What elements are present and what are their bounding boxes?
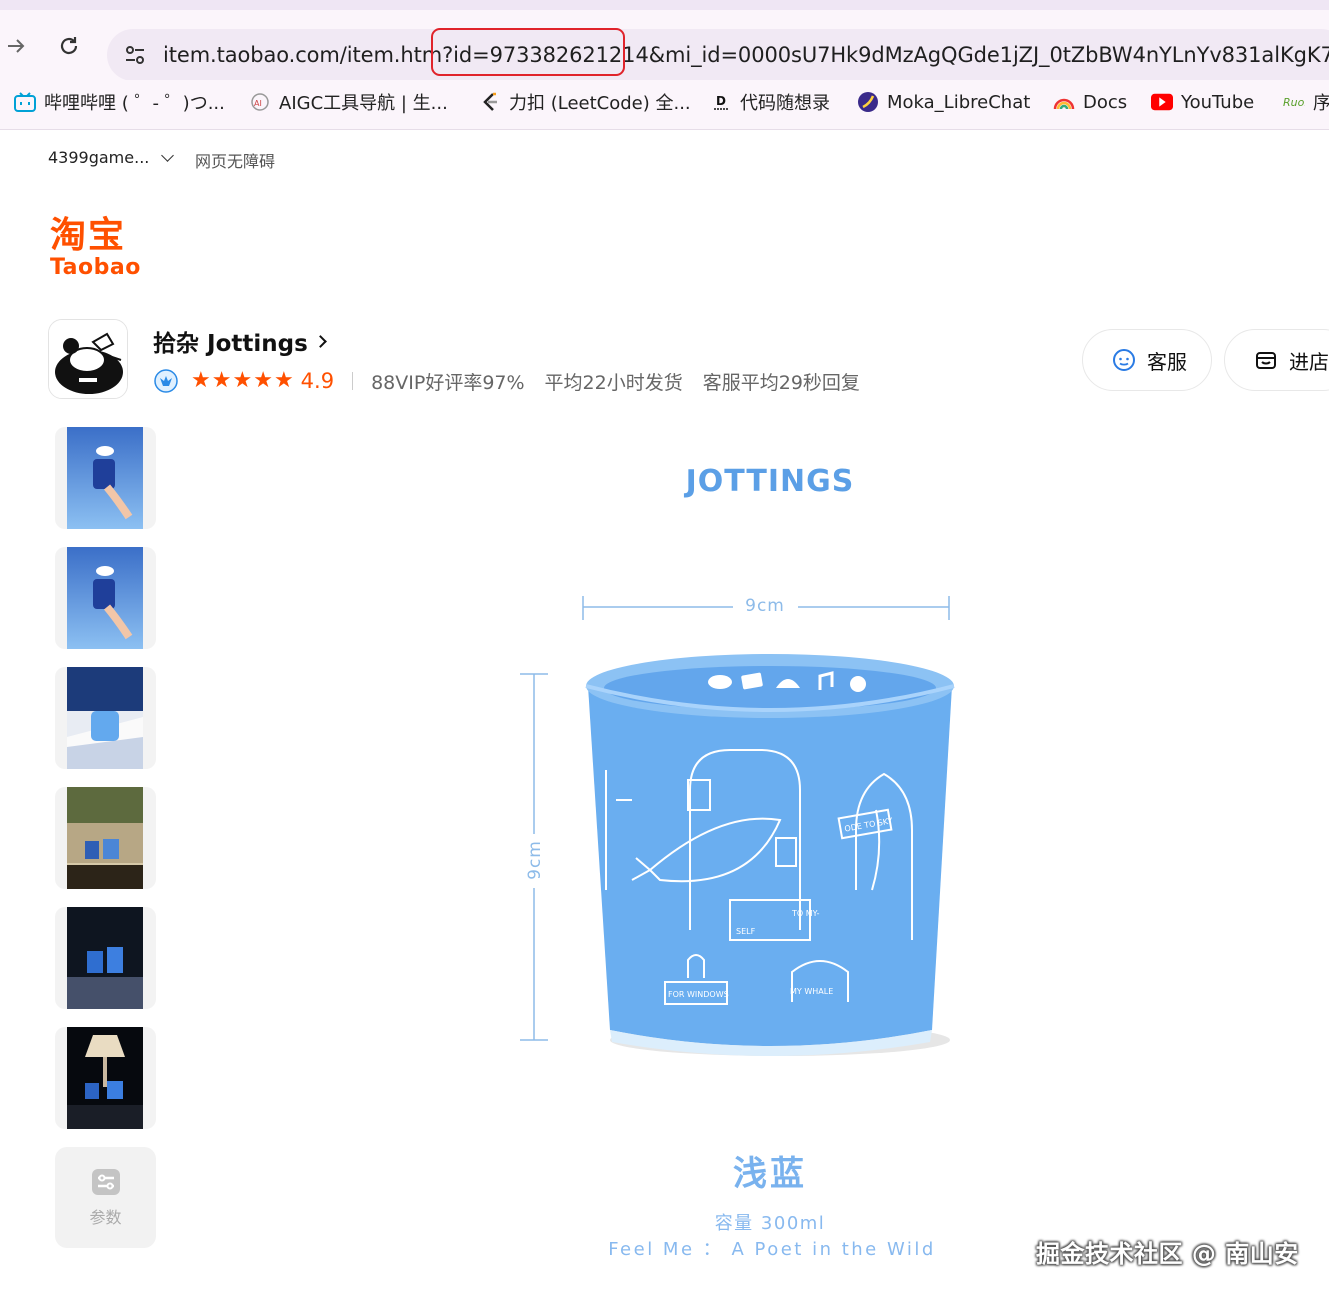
avg-ship-time: 平均22小时发货 [544,371,683,394]
bookmark-moka[interactable]: Moka_LibreChat [857,90,1030,114]
url-id-highlight-box [431,28,625,76]
logo-en: Taobao [50,255,141,280]
site-selector[interactable]: 4399game... [48,148,175,167]
dmsxl-icon: D [710,91,732,113]
thumbnail-5[interactable] [55,907,156,1009]
site-selector-label: 4399game... [48,148,150,167]
params-button[interactable]: 参数 [55,1147,156,1248]
svg-text:D: D [716,94,726,108]
params-label: 参数 [89,1207,122,1227]
chat-face-icon [1111,347,1137,373]
bilibili-icon [14,91,36,113]
chevron-right-icon [313,334,327,348]
bookmarks-bar: 哔哩哔哩 ( ゜- ゜)つ... AI AIGC工具导航 | 生... 力扣 (… [0,80,1329,130]
bookmark-label: Docs [1083,91,1128,113]
shop-name-link[interactable]: 拾杂 Jottings [153,324,327,358]
thumbnail-1[interactable] [55,427,156,529]
bookmark-label: 代码随想录 [740,93,830,114]
width-label: 9cm [745,596,785,616]
customer-service-button[interactable]: 客服 [1082,329,1212,391]
thumbnail-3[interactable] [55,667,156,769]
svg-text:Ruoli: Ruoli [1283,96,1305,109]
rainbow-icon [1053,91,1075,113]
vip-crown-icon [153,368,179,394]
shop-icon [1253,347,1279,373]
leetcode-icon [479,91,501,113]
bookmark-label: 力扣 (LeetCode) 全... [509,93,691,114]
bookmark-dmsxl[interactable]: D 代码随想录 [710,90,830,114]
bookmark-bilibili[interactable]: 哔哩哔哩 ( ゜- ゜)つ... [14,90,225,114]
rating-stars: ★ ★ ★ ★ ★ [191,370,295,392]
bookmark-label: Moka_LibreChat [887,91,1031,113]
sliders-icon [91,1168,121,1196]
divider [352,372,354,390]
thumbnail-6[interactable] [55,1027,156,1129]
star-icon: ★ [253,368,273,393]
address-bar[interactable]: item.taobao.com/item.htm?id=973382621214… [107,29,1329,81]
forward-arrow-icon [8,39,25,53]
shop-meta: ★ ★ ★ ★ ★ 4.9 88VIP好评率97% 平均22小时发货 客服平均2… [153,366,880,396]
bookmark-app[interactable]: Ruoli 序 [1283,90,1329,114]
window-top-strip [0,0,1329,10]
taobao-logo[interactable]: 淘宝 Taobao [50,216,150,282]
shop-avatar[interactable] [48,319,128,399]
shop-rating: 4.9 [300,369,335,393]
bookmark-label: 哔哩哔哩 ( ゜- ゜)つ... [44,93,225,114]
color-name: 浅蓝 [733,1154,807,1194]
shop-name: 拾杂 Jottings [153,331,308,357]
vip-good-rate: 88VIP好评率97% [371,371,525,394]
cup-illustration: ODE TO SKY FOR WINDOWS MY WHALE TO MY- S… [520,596,955,1056]
logo-cn: 淘宝 [50,215,127,256]
height-label: 9cm [525,840,545,880]
star-icon: ★ [232,368,253,393]
reload-button[interactable] [55,32,83,60]
avg-reply-time: 客服平均29秒回复 [702,371,860,394]
thumbnail-4[interactable] [55,787,156,889]
accessibility-link[interactable]: 网页无障碍 [195,148,275,172]
cup-text: FOR WINDOWS [668,990,729,999]
brand-wordmark: JOTTINGS [685,464,855,499]
bookmark-youtube[interactable]: YouTube [1151,90,1254,114]
svg-text:AI: AI [254,99,262,108]
moka-icon [857,91,879,113]
chevron-down-icon [161,148,175,162]
capacity-text: 容量 300ml [714,1213,826,1234]
url-text[interactable]: item.taobao.com/item.htm?id=973382621214… [163,41,1329,69]
forward-button[interactable] [2,32,30,60]
tagline-text: Feel Me ： A Poet in the Wild [608,1239,936,1260]
star-icon: ★ [191,368,211,393]
browser-toolbar: item.taobao.com/item.htm?id=973382621214… [0,10,1329,81]
cup-text: SELF [736,927,756,936]
main-product-image[interactable]: JOTTINGS ODE TO SKY FOR WINDOWS MY WHALE… [420,420,1140,1297]
enter-shop-label: 进店 [1289,349,1329,374]
youtube-icon [1151,91,1173,113]
thumbnail-2[interactable] [55,547,156,649]
bookmark-label: 序 [1313,93,1329,114]
cup-text: MY WHALE [790,987,833,996]
bookmark-aigc[interactable]: AI AIGC工具导航 | 生... [249,90,448,114]
bookmark-label: AIGC工具导航 | 生... [279,93,448,114]
bookmark-docs[interactable]: Docs [1053,90,1127,114]
bookmark-label: YouTube [1181,91,1255,113]
site-info-icon[interactable] [121,41,149,69]
reload-icon [60,37,78,55]
star-icon: ★ [273,368,294,393]
watermark: 掘金技术社区 @ 南山安 [1036,1240,1299,1268]
customer-service-label: 客服 [1147,349,1187,374]
star-icon: ★ [211,368,232,393]
bookmark-leetcode[interactable]: 力扣 (LeetCode) 全... [479,90,691,114]
aigc-icon: AI [249,91,271,113]
enter-shop-button[interactable]: 进店 [1224,329,1329,391]
app-icon: Ruoli [1283,91,1305,113]
cup-text: TO MY- [791,909,820,918]
